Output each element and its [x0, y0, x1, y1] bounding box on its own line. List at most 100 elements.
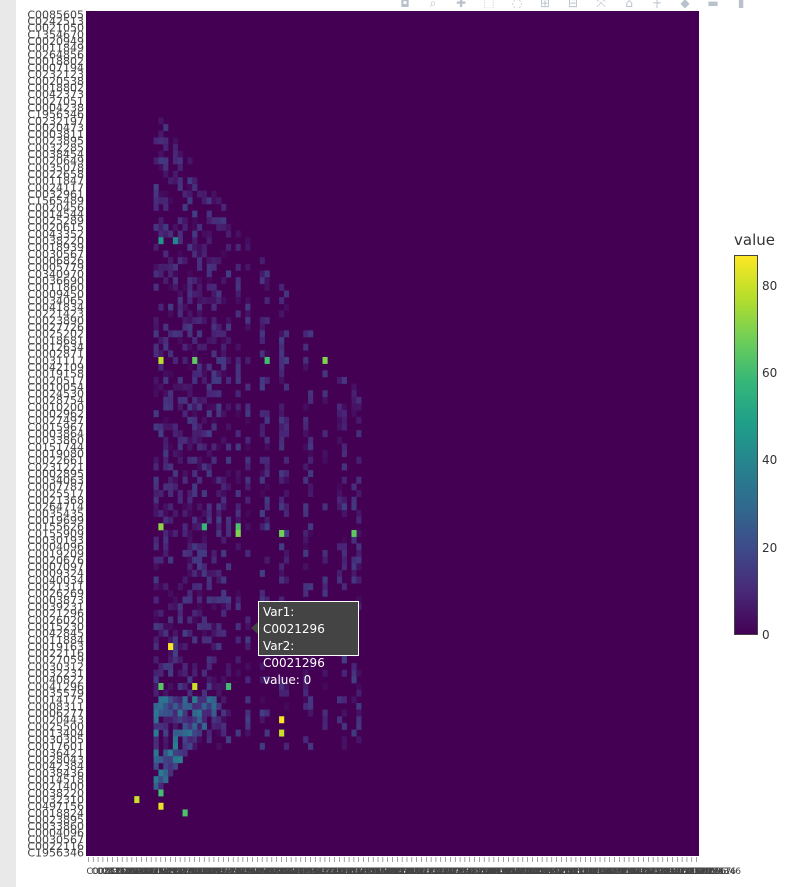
heatmap-cell[interactable]	[163, 529, 169, 537]
heatmap-cell[interactable]	[336, 543, 343, 551]
heatmap-cell[interactable]	[245, 636, 251, 644]
heatmap-cell[interactable]	[303, 423, 309, 431]
heatmap-cell[interactable]	[221, 729, 227, 737]
heatmap-cell[interactable]	[192, 423, 198, 431]
heatmap-cell[interactable]	[211, 390, 217, 398]
heatmap-cell[interactable]	[153, 736, 159, 744]
heatmap-cell[interactable]	[322, 583, 328, 591]
heatmap-cell[interactable]	[192, 709, 198, 717]
heatmap-cell[interactable]	[153, 203, 159, 211]
heatmap-cell[interactable]	[225, 223, 232, 231]
heatmap-cell[interactable]	[308, 443, 314, 451]
heatmap-cell[interactable]	[336, 376, 343, 384]
heatmap-cell[interactable]	[303, 443, 309, 451]
heatmap-cell[interactable]	[163, 263, 169, 271]
heatmap-cell[interactable]	[182, 470, 188, 478]
heatmap-cell[interactable]	[351, 503, 357, 511]
heatmap-cell[interactable]	[308, 709, 314, 717]
heatmap-cell[interactable]	[172, 330, 179, 338]
heatmap-cell[interactable]	[201, 563, 207, 571]
heatmap-cell[interactable]	[153, 137, 159, 145]
heatmap-cell[interactable]	[177, 290, 183, 298]
heatmap-cell[interactable]	[283, 430, 290, 438]
heatmap-cell[interactable]	[168, 197, 174, 205]
heatmap-cell[interactable]	[216, 223, 222, 231]
heatmap-cell[interactable]	[211, 629, 217, 637]
heatmap-cell[interactable]	[153, 776, 159, 784]
heatmap-cell[interactable]	[216, 370, 222, 378]
heatmap-cell[interactable]	[341, 376, 347, 384]
heatmap-cell[interactable]	[197, 516, 203, 524]
heatmap-cell[interactable]	[192, 722, 198, 730]
heatmap-cell[interactable]	[356, 563, 362, 571]
heatmap-cell[interactable]	[279, 576, 285, 584]
heatmap-cell[interactable]	[197, 589, 203, 597]
heatmap-cell[interactable]	[201, 190, 207, 198]
heatmap-cell[interactable]	[235, 243, 241, 251]
heatmap-cell[interactable]	[168, 257, 174, 265]
heatmap-cell[interactable]	[303, 463, 309, 471]
heatmap-cell[interactable]	[206, 656, 212, 664]
heatmap-cell[interactable]	[216, 403, 222, 411]
heatmap-cell[interactable]	[211, 696, 217, 704]
heatmap-cell[interactable]	[351, 403, 357, 411]
heatmap-cell[interactable]	[201, 297, 207, 305]
heatmap-cell[interactable]	[235, 669, 241, 677]
heatmap-cell[interactable]	[201, 463, 207, 471]
heatmap-cell[interactable]	[322, 503, 328, 511]
heatmap-cell[interactable]	[182, 436, 188, 444]
heatmap-cell[interactable]	[177, 669, 183, 677]
heatmap-cell[interactable]	[197, 569, 203, 577]
heatmap-cell[interactable]	[168, 270, 174, 278]
heatmap-cell[interactable]	[211, 443, 217, 451]
heatmap-cell[interactable]	[279, 297, 285, 305]
heatmap-cell[interactable]	[153, 350, 159, 358]
heatmap-cell[interactable]	[192, 183, 198, 191]
heatmap-cell[interactable]	[279, 476, 285, 484]
heatmap-cell[interactable]	[158, 490, 164, 498]
heatmap-cell[interactable]	[158, 709, 164, 717]
heatmap-cell[interactable]	[158, 510, 164, 517]
heatmap-cell[interactable]	[187, 343, 193, 351]
heatmap-cell[interactable]	[303, 356, 309, 364]
heatmap-cell[interactable]	[283, 456, 290, 464]
heatmap-cell[interactable]	[279, 376, 285, 384]
heatmap-cell[interactable]	[172, 756, 179, 764]
heatmap-cell[interactable]	[225, 376, 232, 384]
heatmap-cell[interactable]	[264, 556, 270, 564]
heatmap-cell[interactable]	[206, 450, 212, 458]
heatmap-cell[interactable]	[153, 343, 159, 351]
heatmap-cell[interactable]	[187, 616, 193, 624]
heatmap-cell[interactable]	[153, 323, 159, 331]
heatmap-cell[interactable]	[308, 470, 314, 478]
heatmap-cell[interactable]	[341, 696, 347, 704]
heatmap-cell[interactable]	[245, 463, 251, 471]
pan-icon[interactable]: ✚	[454, 0, 468, 8]
lasso-icon[interactable]: ◌	[510, 0, 524, 8]
heatmap-cell[interactable]	[172, 636, 179, 644]
heatmap-cell[interactable]	[216, 443, 222, 451]
heatmap-cell[interactable]	[216, 510, 222, 517]
heatmap-cell[interactable]	[235, 490, 241, 498]
heatmap-cell[interactable]	[245, 263, 251, 271]
heatmap-cell[interactable]	[283, 383, 290, 391]
heatmap-cell[interactable]	[308, 456, 314, 464]
heatmap-cell[interactable]	[163, 423, 169, 431]
heatmap-cell[interactable]	[235, 503, 241, 511]
heatmap-cell[interactable]	[163, 629, 169, 637]
heatmap-cell[interactable]	[221, 436, 227, 444]
heatmap-cell[interactable]	[197, 702, 203, 710]
heatmap-cell[interactable]	[192, 470, 198, 478]
heatmap-cell[interactable]	[182, 523, 188, 531]
heatmap-cell[interactable]	[158, 164, 164, 171]
heatmap-cell[interactable]	[356, 702, 362, 710]
heatmap-cell[interactable]	[168, 603, 174, 611]
heatmap-cell[interactable]	[279, 443, 285, 451]
heatmap-cell[interactable]	[245, 716, 251, 724]
heatmap-cell[interactable]	[158, 623, 164, 631]
heatmap-cell[interactable]	[153, 742, 159, 750]
heatmap-cell[interactable]	[182, 217, 188, 225]
zoom-icon[interactable]: ⌕	[426, 0, 440, 8]
heatmap-cell[interactable]	[225, 337, 232, 344]
heatmap-cell[interactable]	[163, 722, 169, 730]
